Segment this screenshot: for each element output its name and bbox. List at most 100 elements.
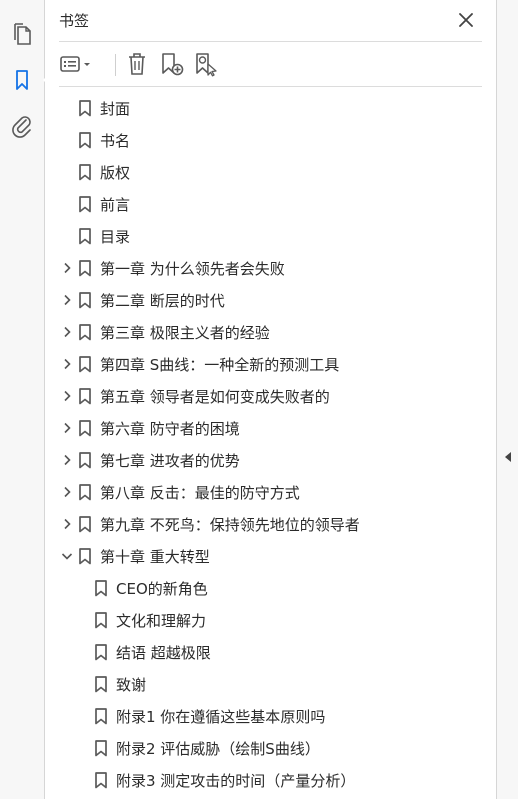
bookmark-label: 第十章 重大转型 bbox=[100, 548, 210, 566]
bookmark-label: 第二章 断层的时代 bbox=[100, 292, 225, 310]
bookmark-label: 结语 超越极限 bbox=[116, 644, 211, 662]
bookmark-item[interactable]: CEO的新角色 bbox=[45, 572, 496, 604]
pages-icon[interactable] bbox=[6, 18, 38, 50]
toolbar-divider bbox=[59, 86, 482, 87]
panel-title: 书签 bbox=[59, 12, 90, 30]
bookmark-label: 文化和理解力 bbox=[116, 612, 207, 630]
bookmark-icon bbox=[94, 580, 108, 597]
bookmark-icon bbox=[78, 420, 92, 437]
bookmark-label: 前言 bbox=[100, 196, 131, 214]
toolbar-separator bbox=[115, 54, 116, 76]
chevron-down-icon[interactable] bbox=[59, 548, 75, 564]
close-icon bbox=[459, 13, 473, 27]
list-options-icon bbox=[60, 56, 90, 72]
bookmark-item[interactable]: 第一章 为什么领先者会失败 bbox=[45, 252, 496, 284]
bookmark-icon bbox=[78, 132, 92, 149]
bookmark-label: 第一章 为什么领先者会失败 bbox=[100, 260, 285, 278]
chevron-right-icon[interactable] bbox=[59, 452, 75, 468]
options-menu-button[interactable] bbox=[59, 48, 95, 80]
bookmark-icon[interactable] bbox=[6, 64, 50, 96]
bookmark-icon bbox=[94, 644, 108, 661]
bookmark-icon bbox=[78, 484, 92, 501]
bookmark-selection-icon bbox=[196, 53, 217, 77]
bookmark-from-selection-button[interactable] bbox=[191, 48, 221, 80]
bookmark-item[interactable]: 书名 bbox=[45, 124, 496, 156]
bookmark-item[interactable]: 封面 bbox=[45, 92, 496, 124]
bookmark-icon bbox=[78, 164, 92, 181]
bookmark-label: 第七章 进攻者的优势 bbox=[100, 452, 240, 470]
bookmark-label: 第八章 反击：最佳的防守方式 bbox=[100, 484, 300, 502]
bookmark-item[interactable]: 附录2 评估威胁（绘制S曲线） bbox=[45, 732, 496, 764]
bookmark-label: 第六章 防守者的困境 bbox=[100, 420, 240, 438]
bookmark-icon bbox=[78, 260, 92, 277]
bookmark-icon bbox=[94, 740, 108, 757]
chevron-right-icon[interactable] bbox=[59, 484, 75, 500]
delete-button[interactable] bbox=[123, 48, 151, 80]
bookmark-icon bbox=[94, 708, 108, 725]
bookmark-icon bbox=[78, 516, 92, 533]
bookmark-icon bbox=[78, 356, 92, 373]
bookmark-icon bbox=[78, 388, 92, 405]
bookmark-item[interactable]: 文化和理解力 bbox=[45, 604, 496, 636]
bookmark-item[interactable]: 第五章 领导者是如何变成失败者的 bbox=[45, 380, 496, 412]
left-tool-rail bbox=[0, 0, 50, 799]
bookmark-label: 书名 bbox=[100, 132, 131, 150]
collapse-panel-button[interactable] bbox=[503, 450, 513, 464]
new-bookmark-icon bbox=[162, 53, 184, 76]
bookmark-item[interactable]: 致谢 bbox=[45, 668, 496, 700]
bookmark-icon bbox=[78, 196, 92, 213]
bookmark-label: 封面 bbox=[100, 100, 131, 118]
chevron-right-icon[interactable] bbox=[59, 324, 75, 340]
bookmark-item[interactable]: 目录 bbox=[45, 220, 496, 252]
bookmark-label: 第四章 S曲线：一种全新的预测工具 bbox=[100, 356, 340, 374]
bookmark-item[interactable]: 第八章 反击：最佳的防守方式 bbox=[45, 476, 496, 508]
bookmark-label: 附录1 你在遵循这些基本原则吗 bbox=[116, 708, 326, 726]
bookmark-label: 附录3 测定攻击的时间（产量分析） bbox=[116, 772, 356, 790]
bookmark-label: 第五章 领导者是如何变成失败者的 bbox=[100, 388, 330, 406]
bookmark-icon bbox=[78, 548, 92, 565]
attachment-icon[interactable] bbox=[6, 110, 38, 142]
bookmark-item[interactable]: 第三章 极限主义者的经验 bbox=[45, 316, 496, 348]
bookmark-label: 附录2 评估威胁（绘制S曲线） bbox=[116, 740, 320, 758]
bookmark-item[interactable]: 版权 bbox=[45, 156, 496, 188]
panel-collapse-strip bbox=[496, 0, 518, 799]
bookmark-item[interactable]: 结语 超越极限 bbox=[45, 636, 496, 668]
collapse-arrow-icon bbox=[505, 452, 511, 462]
chevron-right-icon[interactable] bbox=[59, 292, 75, 308]
chevron-right-icon[interactable] bbox=[59, 388, 75, 404]
bookmarks-panel: 书签 封面 书名 版权 前言 目录 第一章 为什么领先者会失败 第二章 断层的时… bbox=[45, 0, 496, 799]
header-divider bbox=[59, 41, 482, 42]
bookmark-label: 第九章 不死鸟：保持领先地位的领导者 bbox=[100, 516, 360, 534]
bookmark-item[interactable]: 第四章 S曲线：一种全新的预测工具 bbox=[45, 348, 496, 380]
bookmark-label: 第三章 极限主义者的经验 bbox=[100, 324, 270, 342]
bookmark-icon bbox=[78, 100, 92, 117]
bookmark-icon bbox=[78, 228, 92, 245]
bookmark-icon bbox=[94, 772, 108, 789]
bookmark-icon bbox=[78, 452, 92, 469]
bookmark-label: 致谢 bbox=[116, 676, 147, 694]
bookmark-label: 版权 bbox=[100, 164, 131, 182]
bookmark-item[interactable]: 附录1 你在遵循这些基本原则吗 bbox=[45, 700, 496, 732]
close-panel-button[interactable] bbox=[454, 8, 478, 32]
bookmark-label: CEO的新角色 bbox=[116, 580, 208, 598]
bookmark-item[interactable]: 附录3 测定攻击的时间（产量分析） bbox=[45, 764, 496, 796]
chevron-right-icon[interactable] bbox=[59, 260, 75, 276]
bookmark-item[interactable]: 第十章 重大转型 bbox=[45, 540, 496, 572]
bookmark-tree: 封面书名版权前言目录第一章 为什么领先者会失败 第二章 断层的时代第三章 极限主义… bbox=[45, 92, 496, 796]
bookmark-icon bbox=[78, 324, 92, 341]
bookmark-icon bbox=[94, 676, 108, 693]
bookmark-label: 目录 bbox=[100, 228, 131, 246]
bookmark-item[interactable]: 第七章 进攻者的优势 bbox=[45, 444, 496, 476]
chevron-right-icon[interactable] bbox=[59, 356, 75, 372]
bookmark-icon bbox=[94, 612, 108, 629]
bookmark-item[interactable]: 前言 bbox=[45, 188, 496, 220]
chevron-right-icon[interactable] bbox=[59, 420, 75, 436]
chevron-right-icon[interactable] bbox=[59, 516, 75, 532]
bookmark-item[interactable]: 第六章 防守者的困境 bbox=[45, 412, 496, 444]
bookmark-icon bbox=[78, 292, 92, 309]
panel-header: 书签 bbox=[59, 8, 482, 34]
new-bookmark-button[interactable] bbox=[157, 48, 187, 80]
bookmark-item[interactable]: 第二章 断层的时代 bbox=[45, 284, 496, 316]
trash-icon bbox=[129, 53, 145, 75]
bookmark-item[interactable]: 第九章 不死鸟：保持领先地位的领导者 bbox=[45, 508, 496, 540]
